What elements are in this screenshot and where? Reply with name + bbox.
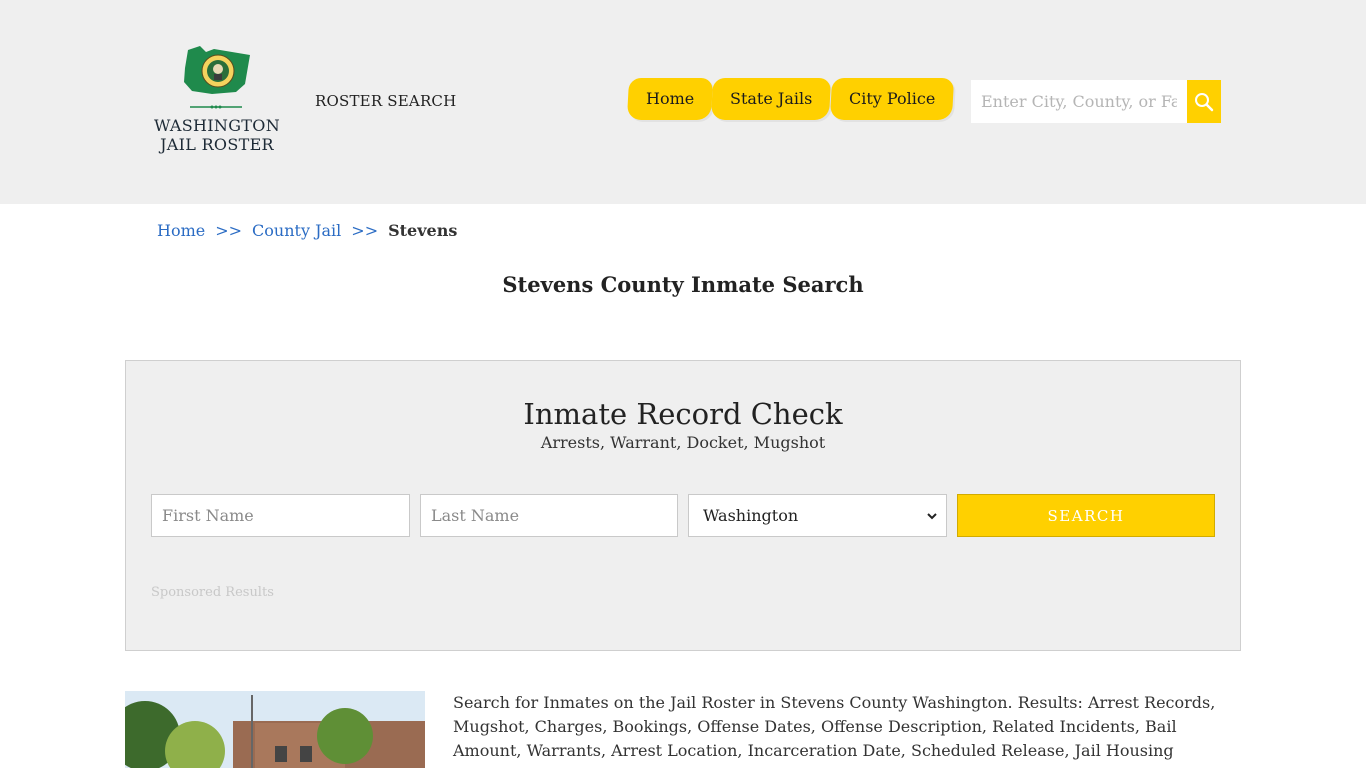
nav-state-jails-label: State Jails [730,89,813,108]
logo-text: WASHINGTON JAIL ROSTER [148,116,286,154]
state-select[interactable]: Washington [688,494,947,537]
header-search-button[interactable] [1187,80,1221,123]
page-title: Stevens County Inmate Search [502,272,864,297]
last-name-input[interactable] [420,494,678,537]
nav-state-jails[interactable]: State Jails [711,78,832,120]
site-header: WASHINGTON JAIL ROSTER ROSTER SEARCH Hom… [0,0,1366,204]
roster-search-link[interactable]: ROSTER SEARCH [315,92,456,110]
header-search-input[interactable] [971,80,1187,123]
search-icon [1195,92,1214,111]
breadcrumb-separator: >> [215,221,243,240]
nav-home-label: Home [646,89,695,108]
building-image [125,691,425,768]
record-check-title: Inmate Record Check [523,397,843,431]
nav-home[interactable]: Home [626,78,714,120]
search-button[interactable]: SEARCH [957,494,1215,537]
sponsored-results-label: Sponsored Results [151,585,274,600]
state-select-value: Washington [703,506,799,525]
nav-city-police-label: City Police [848,89,935,108]
site-logo[interactable]: WASHINGTON JAIL ROSTER [148,44,286,159]
breadcrumb-county-jail[interactable]: County Jail [252,221,341,240]
breadcrumb-separator: >> [351,221,379,240]
jail-building-photo [125,691,425,768]
breadcrumb: Home >> County Jail >> Stevens [157,221,457,240]
record-check-subtitle: Arrests, Warrant, Docket, Mugshot [540,433,826,452]
first-name-input[interactable] [151,494,410,537]
county-description: Search for Inmates on the Jail Roster in… [453,693,1216,768]
header-search [971,80,1221,123]
record-check-panel: Inmate Record Check Arrests, Warrant, Do… [125,360,1241,651]
breadcrumb-current: Stevens [388,221,458,240]
breadcrumb-home[interactable]: Home [157,221,205,240]
nav-city-police[interactable]: City Police [829,78,954,120]
washington-state-icon [184,46,250,109]
logo-line-2: JAIL ROSTER [160,135,274,154]
chevron-down-icon [927,513,937,520]
logo-line-1: WASHINGTON [153,116,280,135]
main-nav: Home State Jails City Police [626,78,954,120]
